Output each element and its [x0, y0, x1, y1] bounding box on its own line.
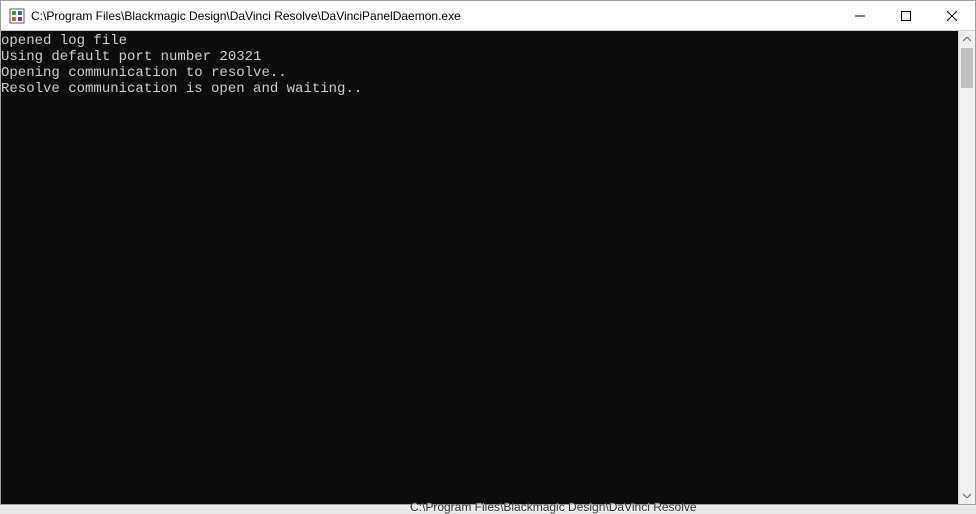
- minimize-icon: [855, 11, 865, 21]
- console-output[interactable]: opened log fileUsing default port number…: [1, 31, 958, 504]
- console-line: opened log file: [1, 33, 958, 49]
- scrollbar-track[interactable]: [959, 48, 975, 487]
- close-button[interactable]: [929, 1, 975, 30]
- scroll-down-button[interactable]: [959, 487, 975, 504]
- console-window: C:\Program Files\Blackmagic Design\DaVin…: [0, 0, 976, 505]
- app-icon: [9, 8, 25, 24]
- console-line: Opening communication to resolve..: [1, 65, 958, 81]
- vertical-scrollbar[interactable]: [958, 31, 975, 504]
- console-area: opened log fileUsing default port number…: [1, 31, 975, 504]
- chevron-up-icon: [963, 37, 971, 42]
- taskbar-preview-text: C:\Program Files\Blackmagic Design\DaVin…: [410, 500, 697, 514]
- console-line: Using default port number 20321: [1, 49, 958, 65]
- maximize-icon: [901, 11, 911, 21]
- titlebar[interactable]: C:\Program Files\Blackmagic Design\DaVin…: [1, 1, 975, 31]
- chevron-down-icon: [963, 493, 971, 498]
- scroll-up-button[interactable]: [959, 31, 975, 48]
- maximize-button[interactable]: [883, 1, 929, 30]
- scrollbar-thumb[interactable]: [961, 48, 973, 88]
- window-title: C:\Program Files\Blackmagic Design\DaVin…: [31, 9, 837, 23]
- minimize-button[interactable]: [837, 1, 883, 30]
- close-icon: [947, 11, 957, 21]
- console-line: Resolve communication is open and waitin…: [1, 81, 958, 97]
- window-controls: [837, 1, 975, 30]
